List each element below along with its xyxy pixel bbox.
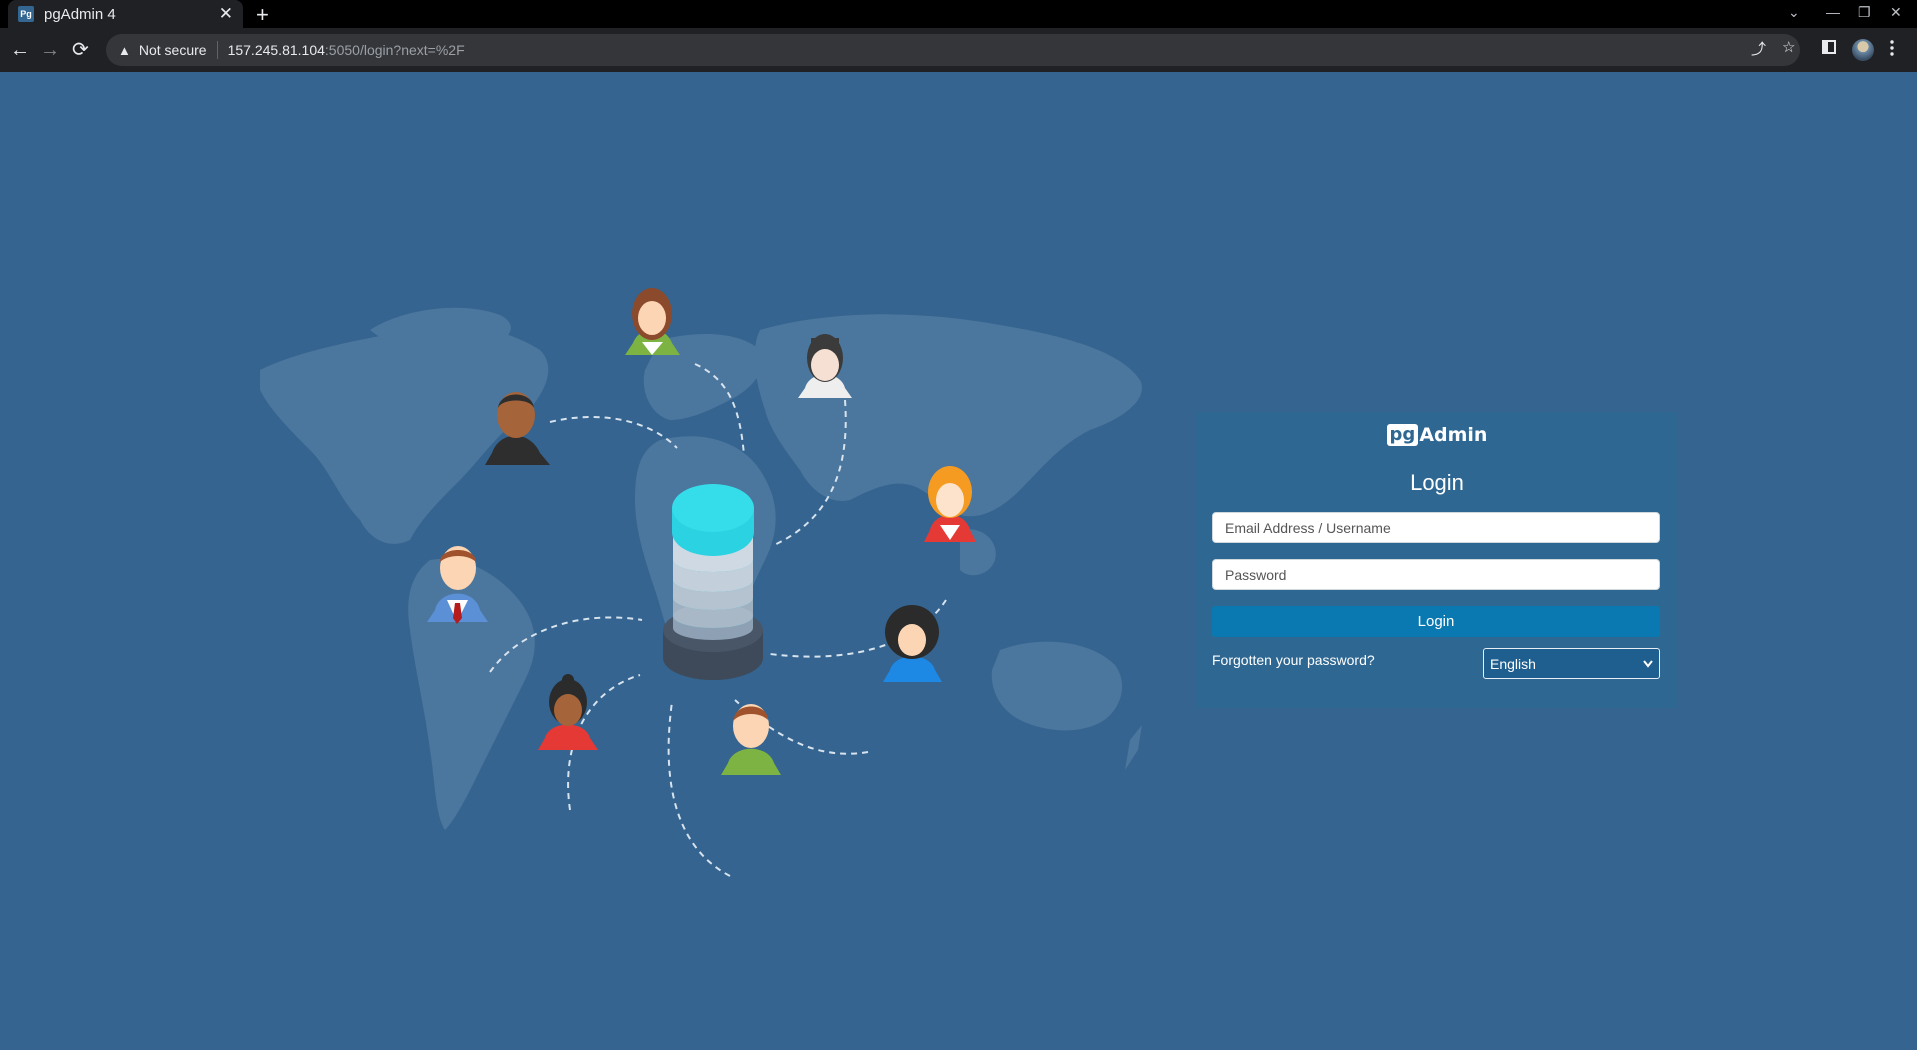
menu-icon[interactable] — [1890, 40, 1894, 61]
address-separator — [216, 41, 218, 59]
avatar-user-1 — [625, 288, 680, 355]
forgot-password-link[interactable]: Forgotten your password? — [1212, 652, 1375, 668]
new-tab-icon[interactable]: + — [256, 2, 269, 28]
restore-icon[interactable]: ❐ — [1858, 4, 1871, 21]
avatar-user-8 — [721, 704, 781, 775]
share-icon[interactable]: ⤴ — [1751, 38, 1766, 59]
pgadmin-favicon-icon: Pg — [18, 6, 34, 22]
logo-pg: pg — [1386, 424, 1419, 446]
avatar-user-6 — [883, 605, 942, 682]
browser-toolbar: ← → ⟳ ▲ Not secure 157.245.81.104:5050/l… — [0, 28, 1917, 72]
language-selected: English — [1490, 655, 1536, 672]
forward-icon[interactable]: → — [40, 38, 60, 62]
browser-tab[interactable]: Pg pgAdmin 4 ✕ — [8, 0, 243, 28]
profile-avatar[interactable] — [1852, 39, 1874, 61]
url-path: :5050/login?next=%2F — [324, 42, 465, 58]
database-icon — [663, 484, 763, 680]
back-icon[interactable]: ← — [10, 38, 30, 62]
minimize-icon[interactable]: — — [1826, 4, 1840, 20]
security-label[interactable]: Not secure — [139, 42, 207, 58]
password-field[interactable] — [1212, 559, 1660, 590]
avatar-user-4 — [924, 466, 976, 542]
tab-strip: Pg pgAdmin 4 ✕ + ⌄ — ❐ ✕ — [0, 0, 1917, 28]
email-field[interactable] — [1212, 512, 1660, 543]
sidepanel-icon[interactable] — [1822, 40, 1836, 59]
world-map-illustration — [260, 288, 1142, 877]
logo-admin: Admin — [1419, 424, 1488, 446]
star-icon[interactable]: ☆ — [1782, 38, 1795, 56]
login-page: pg Admin Login Login Forgotten your pass… — [0, 72, 1917, 1050]
login-heading: Login — [1410, 470, 1464, 495]
language-select[interactable]: English — [1483, 648, 1660, 679]
tab-search-icon[interactable]: ⌄ — [1788, 4, 1800, 21]
tab-title: pgAdmin 4 — [44, 5, 116, 23]
window-close-icon[interactable]: ✕ — [1890, 4, 1902, 21]
login-button[interactable]: Login — [1212, 606, 1660, 637]
pgadmin-logo: pg Admin — [1196, 424, 1678, 446]
address-bar[interactable]: ▲ Not secure 157.245.81.104:5050/login?n… — [106, 34, 1800, 66]
chevron-down-icon — [1643, 659, 1653, 668]
url-host: 157.245.81.104 — [227, 42, 325, 58]
login-card: pg Admin Login Login Forgotten your pass… — [1196, 412, 1678, 708]
warning-icon[interactable]: ▲ — [118, 43, 131, 58]
reload-icon[interactable]: ⟳ — [72, 38, 89, 62]
close-tab-icon[interactable]: ✕ — [219, 4, 233, 24]
